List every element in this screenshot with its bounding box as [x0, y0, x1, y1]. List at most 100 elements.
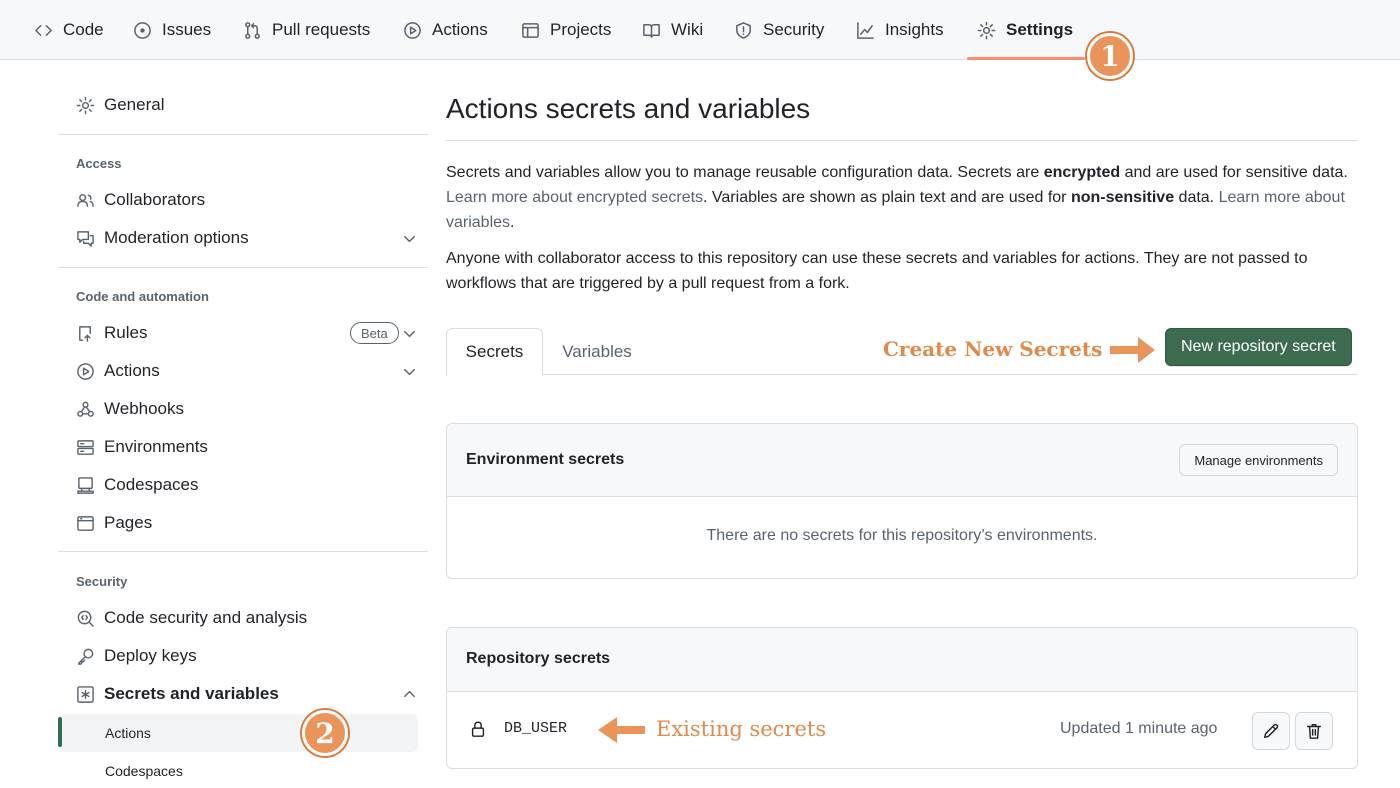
chevron-down-icon: [404, 368, 415, 375]
tab-pull-requests-label: Pull requests: [272, 20, 371, 39]
issue-icon: [134, 21, 151, 39]
chevron-up-icon: [404, 690, 415, 697]
browser-icon: [77, 515, 94, 531]
sidebar-subitem-label: Codespaces: [105, 763, 183, 779]
sidebar-item-label: Code security and analysis: [104, 608, 308, 627]
sidebar-item-codespaces[interactable]: Codespaces: [76, 468, 199, 502]
repo-push-icon: [79, 325, 91, 342]
sidebar-item-label: Codespaces: [104, 475, 199, 494]
tab-projects[interactable]: Projects: [521, 0, 611, 60]
sidebar-item-label: Collaborators: [104, 190, 206, 209]
empty-state-text: There are no secrets for this repository…: [706, 527, 1098, 544]
graph-icon: [857, 21, 874, 39]
sidebar-subitem-actions[interactable]: Actions: [58, 714, 418, 752]
active-tab-underline: [967, 57, 1086, 60]
sidebar-item-rules[interactable]: Rules Beta: [76, 316, 428, 350]
sidebar-item-actions[interactable]: Actions: [76, 354, 428, 388]
sidebar-item-label: Deploy keys: [104, 646, 197, 665]
sidebar-heading-access: Access: [76, 156, 122, 171]
lock-icon: [469, 720, 487, 743]
box-header: Repository secrets: [447, 628, 1357, 692]
sidebar-item-pages[interactable]: Pages: [76, 506, 152, 540]
comment-discussion-icon: [77, 230, 94, 247]
box-title: Repository secrets: [466, 650, 611, 667]
text: and are used for sensitive data.: [1120, 164, 1348, 181]
sidebar-item-environments[interactable]: Environments: [76, 430, 208, 464]
tab-settings[interactable]: Settings: [967, 0, 1086, 60]
server-icon: [77, 439, 94, 455]
sidebar-item-collaborators[interactable]: Collaborators: [76, 183, 205, 217]
secret-updated-time: Updated 1 minute ago: [1060, 720, 1218, 737]
codespaces-icon: [77, 476, 94, 494]
pull-request-icon: [245, 21, 260, 39]
delete-secret-button[interactable]: [1295, 712, 1333, 750]
tab-code[interactable]: Code: [34, 0, 104, 60]
asterisk-box-icon: [77, 685, 94, 703]
new-repository-secret-button[interactable]: New repository secret: [1165, 328, 1352, 366]
sidebar-item-webhooks[interactable]: Webhooks: [76, 392, 184, 426]
tab-insights-label: Insights: [885, 20, 944, 39]
sidebar-item-deploy-keys[interactable]: Deploy keys: [76, 639, 197, 673]
gear-icon: [76, 96, 95, 114]
page-title: Actions secrets and variables: [446, 93, 811, 124]
play-icon: [404, 21, 421, 39]
text: data.: [1174, 189, 1219, 206]
tab-pull-requests[interactable]: Pull requests: [243, 0, 370, 60]
secret-name: DB_USER: [504, 720, 568, 737]
chevron-down-icon: [404, 330, 415, 337]
tab-issues[interactable]: Issues: [133, 0, 211, 60]
repo-nav: Code Issues Pull requests Actions Projec…: [0, 0, 1400, 60]
sidebar-item-label: Secrets and variables: [104, 684, 279, 703]
tab-actions-label: Actions: [432, 20, 488, 39]
sidebar-heading-security: Security: [76, 574, 128, 589]
trash-icon: [1306, 723, 1322, 739]
tab-secrets[interactable]: Secrets: [446, 328, 543, 376]
tab-projects-label: Projects: [550, 20, 612, 39]
tab-security[interactable]: Security: [734, 0, 824, 60]
code-icon: [35, 24, 52, 36]
chevron-down-icon: [404, 235, 415, 242]
codescan-icon: [77, 610, 94, 627]
tab-settings-label: Settings: [1006, 20, 1074, 39]
book-icon: [643, 23, 660, 38]
sidebar-item-label: Environments: [104, 437, 208, 456]
environment-secrets-box: Environment secrets Manage environments …: [446, 423, 1358, 579]
webhook-icon: [77, 401, 94, 417]
sidebar-item-label: Rules: [104, 323, 148, 342]
text: Secrets and variables allow you to manag…: [446, 164, 1044, 181]
text: .: [510, 214, 515, 231]
emphasis: encrypted: [1043, 164, 1121, 181]
sidebar-heading-code: Code and automation: [76, 289, 209, 304]
sidebar-item-moderation[interactable]: Moderation options: [76, 221, 428, 255]
beta-badge: Beta: [350, 322, 399, 344]
key-icon: [78, 648, 94, 665]
sidebar-item-label: Webhooks: [104, 399, 185, 418]
tab-wiki[interactable]: Wiki: [642, 0, 703, 60]
divider: [58, 134, 428, 135]
sidebar-subitem-codespaces[interactable]: Codespaces: [58, 752, 418, 788]
tab-wiki-label: Wiki: [671, 20, 704, 39]
tab-actions[interactable]: Actions: [403, 0, 488, 60]
sidebar-item-label: General: [104, 95, 165, 114]
box-header: Environment secrets Manage environments: [447, 424, 1357, 497]
sidebar-item-general[interactable]: General: [76, 88, 164, 122]
text: . Variables are shown as plain text and …: [703, 189, 1071, 206]
create-new-secrets-annotation: Create New Secrets: [883, 337, 1103, 361]
arrow-left-icon: [598, 717, 645, 743]
learn-more-secrets-link[interactable]: Learn more about encrypted secrets: [446, 189, 703, 206]
access-note-paragraph: Anyone with collaborator access to this …: [446, 250, 1308, 292]
description-paragraph: Secrets and variables allow you to manag…: [446, 160, 1351, 235]
tab-issues-label: Issues: [162, 20, 212, 39]
sidebar-item-code-security[interactable]: Code security and analysis: [76, 601, 307, 635]
tab-code-label: Code: [63, 20, 104, 39]
people-icon: [77, 193, 94, 207]
active-indicator: [58, 717, 62, 747]
arrow-right-icon: [1110, 337, 1155, 363]
sidebar-item-secrets-and-variables[interactable]: Secrets and variables: [76, 677, 428, 711]
gear-icon: [977, 21, 996, 39]
tab-variables[interactable]: Variables: [546, 328, 648, 375]
divider: [446, 140, 1358, 141]
manage-environments-button[interactable]: Manage environments: [1179, 444, 1338, 476]
tab-insights[interactable]: Insights: [856, 0, 944, 60]
edit-secret-button[interactable]: [1252, 712, 1290, 750]
